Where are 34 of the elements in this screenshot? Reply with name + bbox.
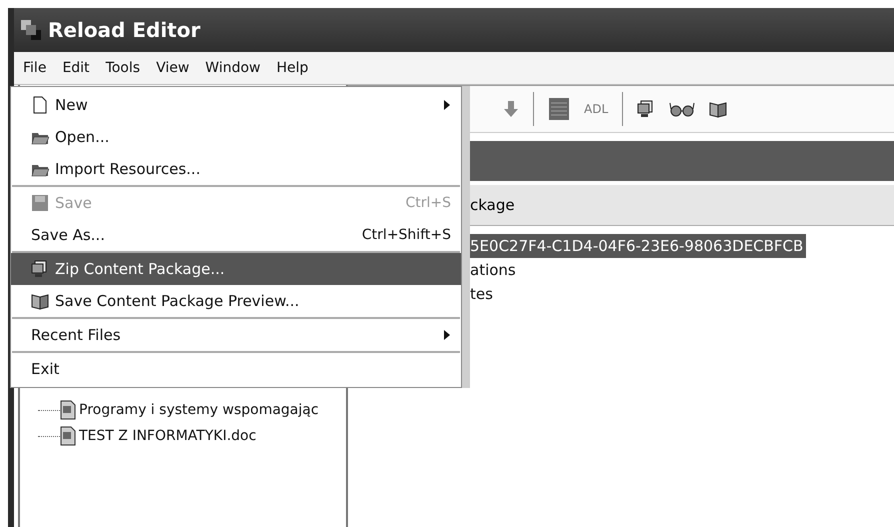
tree-item[interactable]: TEST Z INFORMATYKI.doc: [79, 428, 256, 444]
file-icon: [60, 426, 76, 446]
menu-item[interactable]: Help: [270, 58, 316, 78]
menu-item[interactable]: Tools: [98, 58, 148, 78]
floppy-icon: [31, 194, 49, 212]
menu-option[interactable]: New: [11, 89, 461, 121]
monitor-icon: [637, 100, 656, 118]
tree-item[interactable]: tes: [470, 282, 496, 306]
app-icon: [20, 19, 42, 41]
menu-item[interactable]: File: [16, 58, 54, 78]
menu-option[interactable]: Zip Content Package...: [11, 253, 461, 285]
file-icon: [60, 400, 76, 420]
menu-option[interactable]: Save Content Package Preview...: [11, 285, 461, 317]
document-icon: [31, 96, 49, 114]
list-icon: [548, 97, 570, 121]
tree-item[interactable]: ations: [470, 258, 519, 282]
book-icon: [31, 292, 49, 310]
adl-button[interactable]: ADL: [584, 102, 608, 116]
monitor-icon: [31, 260, 49, 278]
tree-item[interactable]: Programy i systemy wspomagając: [79, 402, 319, 418]
down-arrow-icon: [503, 100, 519, 118]
glasses-icon: [669, 101, 696, 117]
caret-icon: [443, 329, 451, 341]
caret-icon: [443, 99, 451, 111]
menu-item[interactable]: Window: [198, 58, 268, 78]
menu-option[interactable]: Recent Files: [11, 319, 461, 351]
window-title: Reload Editor: [48, 18, 200, 42]
menu-option[interactable]: Open...: [11, 121, 461, 153]
tree-item[interactable]: 5E0C27F4-C1D4-04F6-23E6-98063DECBFCB: [470, 234, 806, 258]
menu-item[interactable]: Edit: [55, 58, 97, 78]
menu-option[interactable]: Exit: [11, 353, 461, 385]
book-icon: [709, 100, 728, 118]
menu-option[interactable]: Import Resources...: [11, 153, 461, 185]
menu-item[interactable]: View: [149, 58, 196, 78]
